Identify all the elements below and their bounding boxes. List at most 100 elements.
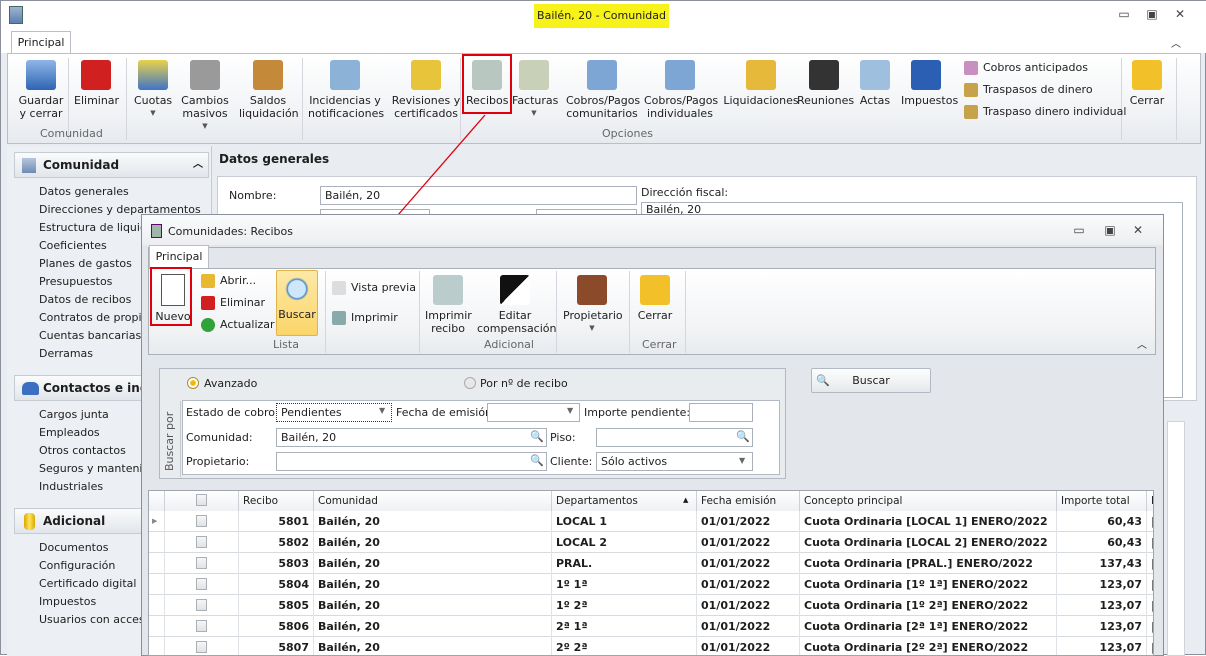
column-header[interactable]: Concepto principal	[800, 491, 1057, 511]
ribbon-button-4[interactable]: Saldos liquidación	[239, 60, 299, 120]
sidebar-item[interactable]: Documentos	[39, 541, 108, 554]
buscar-ribbon-button[interactable]: Buscar	[276, 270, 318, 336]
ribbon-button-3[interactable]: Cambios masivos ▼	[176, 60, 234, 133]
column-header[interactable]: Comunidad	[314, 491, 552, 511]
ribbon-button-11[interactable]: Liquidaciones	[721, 60, 801, 107]
ribbon-small-button-1[interactable]: Traspasos de dinero	[964, 83, 1093, 97]
sort-ascending-icon[interactable]: ▲	[683, 496, 688, 504]
sidebar-item[interactable]: Presupuestos	[39, 275, 112, 288]
ribbon-button-8[interactable]: Facturas ▼	[512, 60, 558, 120]
minimize-button[interactable]: ▭	[1115, 7, 1133, 23]
cell-recibo: 5804	[239, 574, 314, 595]
chevron-up-icon[interactable]: ︿	[193, 153, 203, 177]
close-button[interactable]: ✕	[1171, 7, 1189, 23]
sidebar-item[interactable]: Otros contactos	[39, 444, 126, 457]
inner-close-button[interactable]: ✕	[1129, 223, 1147, 239]
chevron-down-icon[interactable]: ▼	[739, 456, 745, 465]
sidebar-item[interactable]: Impuestos	[39, 595, 96, 608]
row-checkbox[interactable]	[196, 578, 207, 590]
sidebar-item[interactable]: Cargos junta	[39, 408, 109, 421]
sidebar-item[interactable]: Datos de recibos	[39, 293, 131, 306]
ribbon-button-5[interactable]: Incidencias y notificaciones	[308, 60, 384, 120]
table-row[interactable]: 5802 Bailén, 20 LOCAL 2 01/01/2022 Cuota Ord…	[149, 532, 1153, 553]
ribbon-small-button-2[interactable]: Traspaso dinero individual	[964, 105, 1126, 119]
cliente-select[interactable]: Sólo activos	[596, 452, 753, 471]
ribbon-button-10[interactable]: Cobros/Pagos individuales	[644, 60, 718, 120]
column-header[interactable]: E	[1147, 491, 1153, 511]
ribbon-button-13[interactable]: Actas	[858, 60, 892, 107]
sidebar-item[interactable]: Empleados	[39, 426, 100, 439]
table-row[interactable]: 5805 Bailén, 20 1º 2ª 01/01/2022 Cuota Ordin…	[149, 595, 1153, 616]
ribbon-button-12[interactable]: Reuniones	[797, 60, 854, 107]
vista_previa-button[interactable]: Vista previa	[332, 281, 416, 295]
table-row[interactable]: 5804 Bailén, 20 1º 1ª 01/01/2022 Cuota Ordin…	[149, 574, 1153, 595]
radio-avanzado[interactable]	[187, 377, 199, 389]
ribbon-button-9[interactable]: Cobros/Pagos comunitarios	[566, 60, 640, 120]
importe-field[interactable]	[689, 403, 753, 422]
table-row[interactable]: ▶ 5801 Bailén, 20 LOCAL 1 01/01/2022 Cuota Or…	[149, 511, 1153, 532]
table-row[interactable]: 5806 Bailén, 20 2ª 1ª 01/01/2022 Cuota Ordin…	[149, 616, 1153, 637]
ribbon-button-0[interactable]: Guardar y cerrar	[16, 60, 66, 120]
cerrar-button[interactable]: Cerrar	[634, 275, 676, 322]
ribbon-button-1[interactable]: Eliminar	[74, 60, 119, 107]
tab-principal[interactable]: Principal	[11, 31, 71, 54]
ribbon-button-15[interactable]: Cerrar	[1128, 60, 1166, 107]
row-checkbox[interactable]	[196, 515, 207, 527]
sidebar-item[interactable]: Planes de gastos	[39, 257, 132, 270]
ribbon-button-14[interactable]: Impuestos	[901, 60, 958, 107]
row-checkbox[interactable]	[196, 641, 207, 653]
ribbon-small-button-0[interactable]: Cobros anticipados	[964, 61, 1088, 75]
maximize-button[interactable]: ▣	[1143, 7, 1161, 23]
piso-field[interactable]	[596, 428, 753, 447]
ribbon-button-2[interactable]: Cuotas ▼	[134, 60, 172, 120]
eliminar-button[interactable]: Eliminar	[201, 296, 265, 310]
delete-icon	[201, 296, 215, 310]
select-all-checkbox[interactable]	[196, 494, 207, 506]
column-header[interactable]: Departamentos	[552, 491, 697, 511]
search-icon[interactable]: 🔍	[530, 430, 544, 443]
propietario-field[interactable]	[276, 452, 547, 471]
radio-por-numero[interactable]	[464, 377, 476, 389]
inner-minimize-button[interactable]: ▭	[1070, 223, 1088, 239]
row-checkbox[interactable]	[196, 557, 207, 569]
chevron-down-icon[interactable]: ▼	[567, 406, 573, 415]
imprimir-button[interactable]: Imprimir	[332, 311, 398, 325]
sidebar-item[interactable]: Configuración	[39, 559, 115, 572]
column-header[interactable]: Importe total	[1057, 491, 1147, 511]
editar-compensacion-button[interactable]: Editar compensación	[477, 275, 557, 335]
sidebar-item[interactable]: Derramas	[39, 347, 93, 360]
actualizar-button[interactable]: Actualizar	[201, 318, 275, 332]
cell-concepto: Cuota Ordinaria [2ª 1ª] ENERO/2022	[800, 616, 1057, 637]
sidebar-item[interactable]: Cuentas bancarias	[39, 329, 141, 342]
row-checkbox[interactable]	[196, 536, 207, 548]
search-icon[interactable]: 🔍	[736, 430, 750, 443]
buscar-button[interactable]: 🔍 Buscar	[811, 368, 931, 393]
chevron-down-icon[interactable]: ▼	[379, 406, 385, 415]
abrir-button[interactable]: Abrir...	[201, 274, 256, 288]
receipt-icon	[151, 224, 162, 238]
sidebar-item[interactable]: Coeficientes	[39, 239, 107, 252]
scrollbar[interactable]	[1167, 421, 1185, 656]
imprimir-recibo-button[interactable]: Imprimir recibo	[425, 275, 472, 335]
sidebar-header-comunidad[interactable]: Comunidad ︿	[14, 152, 209, 178]
sidebar-item[interactable]: Industriales	[39, 480, 103, 493]
sidebar-item[interactable]: Usuarios con acceso	[39, 613, 151, 626]
column-header[interactable]: Recibo	[239, 491, 314, 511]
sidebar-item[interactable]: Datos generales	[39, 185, 129, 198]
radio-avanzado-label[interactable]: Avanzado	[204, 377, 257, 390]
comunidad-field[interactable]: Bailén, 20	[276, 428, 547, 447]
search-icon[interactable]: 🔍	[530, 454, 544, 467]
row-checkbox[interactable]	[196, 620, 207, 632]
table-row[interactable]: 5807 Bailén, 20 2º 2ª 01/01/2022 Cuota Ordin…	[149, 637, 1153, 655]
row-checkbox[interactable]	[196, 599, 207, 611]
propietario-button[interactable]: Propietario ▼	[563, 275, 623, 335]
table-row[interactable]: 5803 Bailén, 20 PRAL. 01/01/2022 Cuota Ordin…	[149, 553, 1153, 574]
collapse-ribbon-icon[interactable]: ︿	[1171, 35, 1181, 50]
inner-maximize-button[interactable]: ▣	[1101, 223, 1119, 239]
column-header[interactable]: Fecha emisión	[697, 491, 800, 511]
collapse-ribbon-icon[interactable]: ︿	[1137, 336, 1147, 351]
sidebar-item[interactable]: Certificado digital	[39, 577, 136, 590]
estado-select[interactable]: Pendientes	[276, 403, 392, 422]
radio-por-numero-label[interactable]: Por nº de recibo	[480, 377, 568, 390]
inner-tab-principal[interactable]: Principal	[149, 245, 209, 268]
